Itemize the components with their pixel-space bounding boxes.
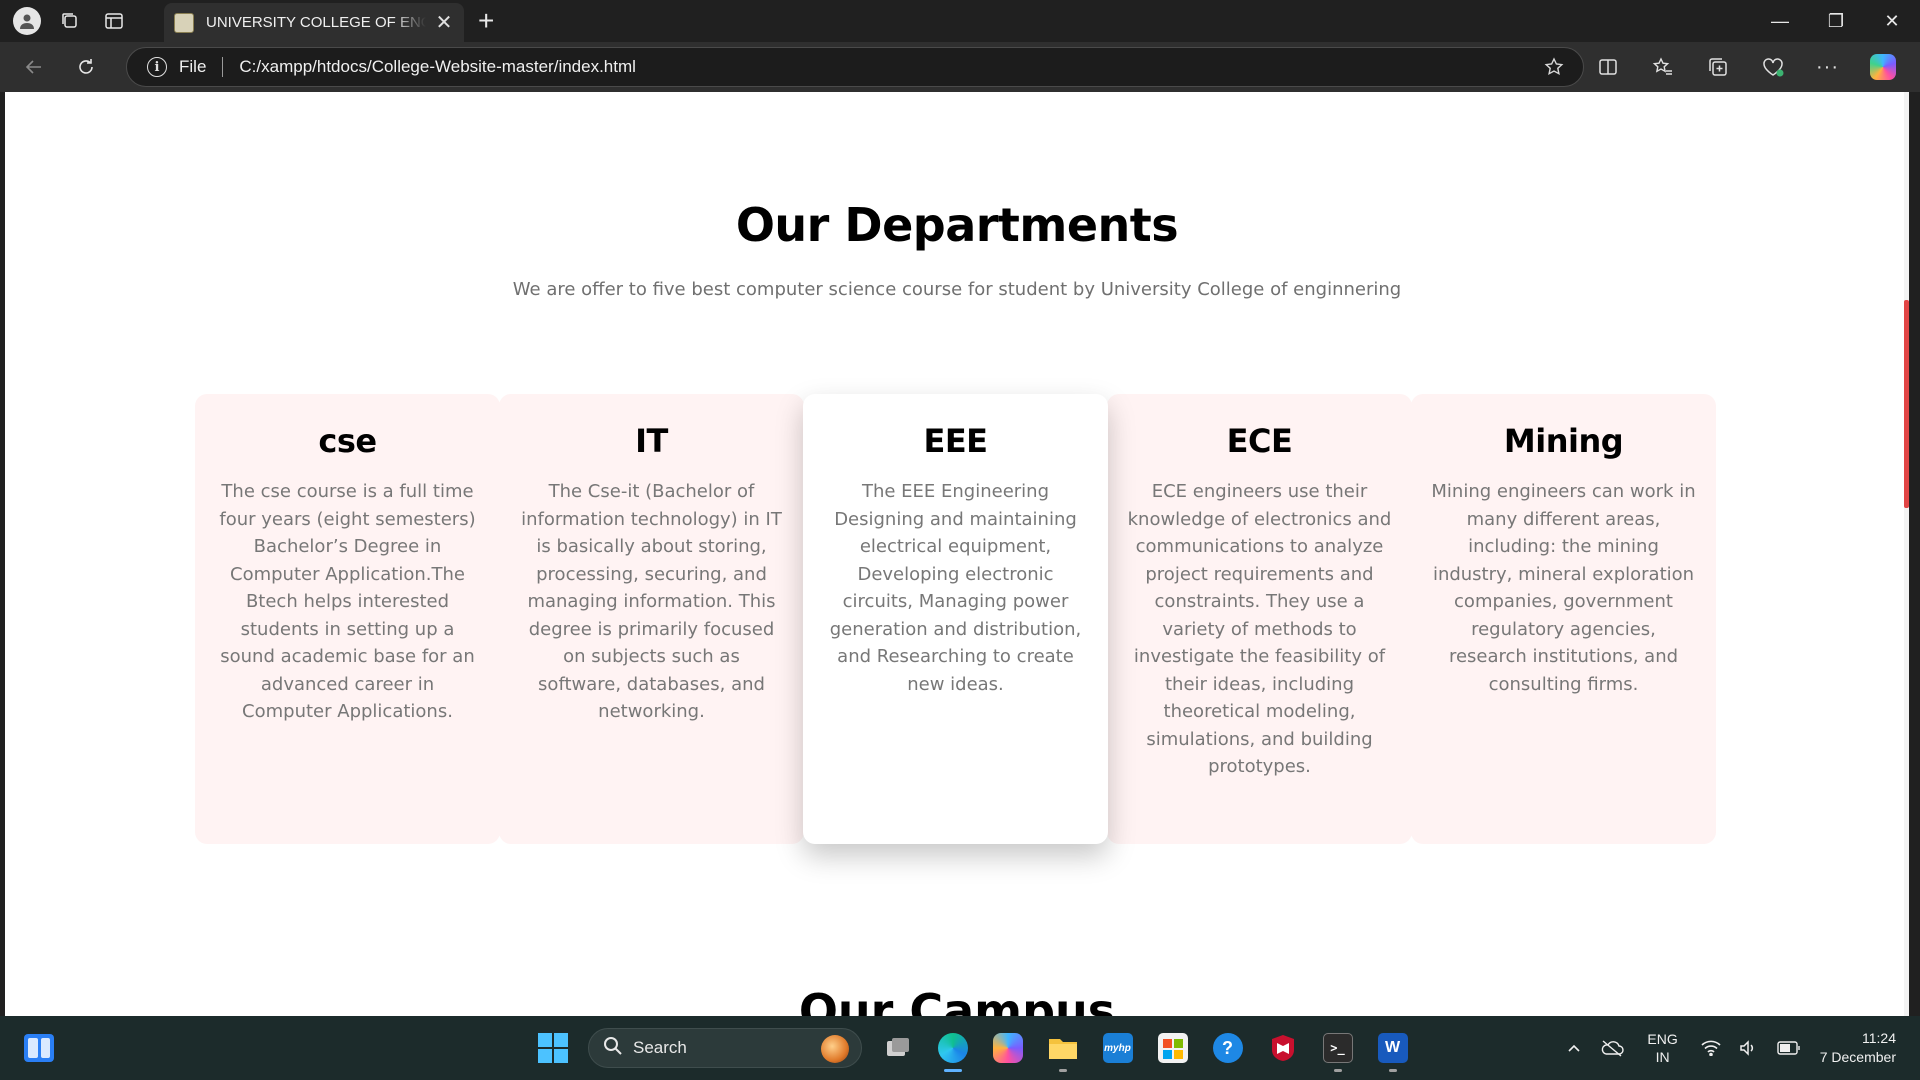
department-description: The cse course is a full time four years… <box>219 481 476 722</box>
department-card-mining[interactable]: Mining Mining engineers can work in many… <box>1411 394 1716 844</box>
department-card-cse[interactable]: cse The cse course is a full time four y… <box>195 394 500 844</box>
departments-subtitle: We are offer to five best computer scien… <box>512 279 1402 300</box>
department-name: Mining <box>1503 422 1624 460</box>
address-separator <box>222 57 224 77</box>
language-region: IN <box>1655 1049 1670 1065</box>
onedrive-offline-icon[interactable] <box>1591 1039 1633 1057</box>
input-language-indicator[interactable]: ENG IN <box>1633 1030 1691 1066</box>
taskbar-search[interactable]: Search <box>588 1028 862 1068</box>
wifi-icon[interactable] <box>1692 1040 1730 1056</box>
restore-icon[interactable]: ❐ <box>1808 0 1864 42</box>
address-scheme-label: File <box>179 57 207 76</box>
department-description: The Cse-it (Bachelor of information tech… <box>521 481 782 722</box>
browser-title-bar: UNIVERSITY COLLEGE OF ENGINEERING ✕ + — … <box>0 0 1920 42</box>
copilot-app-icon[interactable] <box>980 1024 1035 1072</box>
favorite-star-icon[interactable] <box>1543 56 1565 83</box>
clock-date: 7 December <box>1819 1049 1896 1065</box>
tab-title: UNIVERSITY COLLEGE OF ENGINEERING <box>206 14 426 31</box>
new-tab-icon[interactable]: + <box>478 7 494 35</box>
vertical-tabs-icon[interactable] <box>92 0 136 42</box>
windows-logo-icon <box>537 1033 568 1063</box>
active-indicator <box>943 1069 962 1072</box>
get-help-icon[interactable]: ? <box>1200 1024 1255 1072</box>
department-card-it[interactable]: IT The Cse-it (Bachelor of information t… <box>499 394 804 844</box>
site-favicon-icon <box>174 12 194 33</box>
toolbar-buttons: ··· <box>1580 42 1910 92</box>
department-description: Mining engineers can work in many differ… <box>1431 481 1696 695</box>
file-explorer-icon[interactable] <box>1035 1024 1090 1072</box>
windows-taskbar: Search myhp ? >_ W ENG IN 11:24 7 Decemb… <box>0 1016 1920 1080</box>
workspaces-icon[interactable] <box>48 0 92 42</box>
page-scrollbar[interactable] <box>1904 92 1909 1016</box>
language-code: ENG <box>1647 1031 1678 1047</box>
scrollbar-thumb[interactable] <box>1904 300 1909 508</box>
department-name: ECE <box>1226 422 1293 460</box>
terminal-icon[interactable]: >_ <box>1310 1024 1365 1072</box>
mcafee-icon[interactable] <box>1255 1024 1310 1072</box>
show-hidden-icons-chevron-icon[interactable] <box>1557 1040 1591 1056</box>
clock-time: 11:24 <box>1862 1030 1896 1046</box>
department-description: ECE engineers use their knowledge of ele… <box>1127 481 1392 777</box>
departments-heading: Our Departments <box>735 198 1179 252</box>
search-icon <box>603 1036 623 1061</box>
widgets-icon[interactable] <box>24 1034 54 1062</box>
system-clock[interactable]: 11:24 7 December <box>1810 1029 1920 1067</box>
word-icon[interactable]: W <box>1365 1024 1420 1072</box>
copilot-icon[interactable] <box>1855 42 1910 92</box>
department-card-ece[interactable]: ECE ECE engineers use their knowledge of… <box>1107 394 1412 844</box>
page-viewport: Our Departments We are offer to five bes… <box>5 92 1909 1016</box>
tab-active[interactable]: UNIVERSITY COLLEGE OF ENGINEERING ✕ <box>164 3 464 42</box>
microsoft-store-icon[interactable] <box>1145 1024 1200 1072</box>
refresh-icon[interactable] <box>60 42 112 92</box>
department-name: EEE <box>923 422 988 460</box>
running-indicator <box>1058 1069 1067 1072</box>
search-highlight-icon <box>821 1035 849 1063</box>
minimize-icon[interactable]: — <box>1752 0 1808 42</box>
department-description: The EEE Engineering Designing and mainta… <box>829 481 1082 695</box>
department-name: IT <box>635 422 668 460</box>
system-tray: ENG IN 11:24 7 December <box>1557 1016 1920 1080</box>
search-label: Search <box>633 1038 687 1057</box>
department-card-eee[interactable]: EEE The EEE Engineering Designing and ma… <box>803 394 1108 844</box>
myhp-icon[interactable]: myhp <box>1090 1024 1145 1072</box>
more-options-icon[interactable]: ··· <box>1800 42 1855 92</box>
url-text[interactable]: C:/xampp/htdocs/College-Website-master/i… <box>239 57 636 77</box>
department-name: cse <box>318 422 377 460</box>
running-indicator <box>1333 1069 1342 1072</box>
task-view-icon[interactable] <box>870 1024 925 1072</box>
address-bar[interactable]: i File C:/xampp/htdocs/College-Website-m… <box>126 47 1584 87</box>
collections-icon[interactable] <box>1690 42 1745 92</box>
site-info-icon[interactable]: i <box>147 57 167 77</box>
profile-avatar-icon[interactable] <box>13 7 41 35</box>
navigation-bar: i File C:/xampp/htdocs/College-Website-m… <box>0 42 1920 92</box>
edge-browser-icon[interactable] <box>925 1024 980 1072</box>
battery-icon[interactable] <box>1768 1041 1810 1055</box>
close-window-icon[interactable]: ✕ <box>1864 0 1920 42</box>
close-tab-icon[interactable]: ✕ <box>434 10 454 35</box>
volume-icon[interactable] <box>1730 1040 1768 1056</box>
split-screen-icon[interactable] <box>1580 42 1635 92</box>
browser-essentials-icon[interactable] <box>1745 42 1800 92</box>
window-controls: — ❐ ✕ <box>1752 0 1920 42</box>
taskbar-apps: Search myhp ? >_ W <box>525 1024 1420 1072</box>
back-icon[interactable] <box>8 42 60 92</box>
departments-list: cse The cse course is a full time four y… <box>195 394 1719 844</box>
campus-heading: Our Campus <box>798 984 1116 1016</box>
favorites-icon[interactable] <box>1635 42 1690 92</box>
start-button[interactable] <box>525 1024 580 1072</box>
running-indicator <box>1388 1069 1397 1072</box>
